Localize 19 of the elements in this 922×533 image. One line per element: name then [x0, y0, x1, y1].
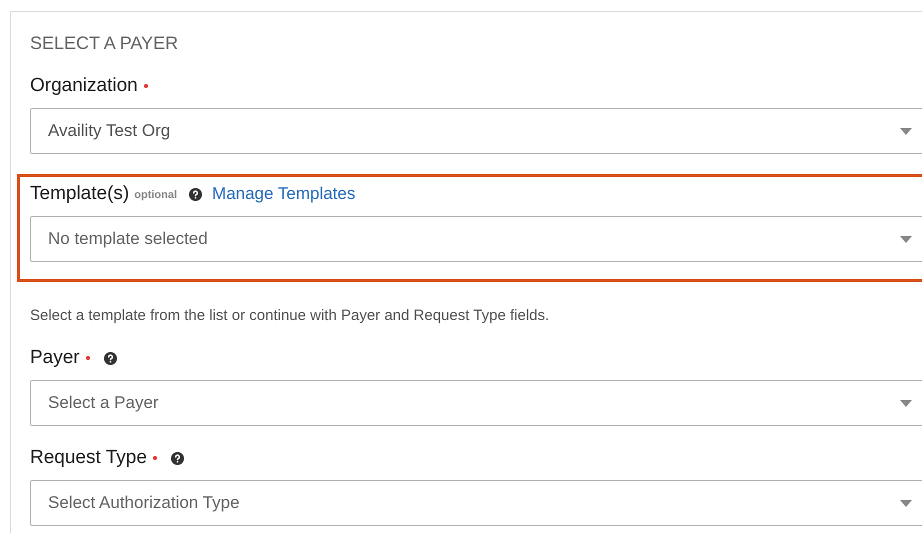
panel-title: SELECT A PAYER	[30, 32, 180, 54]
caret-icon	[900, 236, 912, 242]
caret-icon	[900, 128, 912, 134]
caret-icon	[900, 500, 912, 506]
field-label: Request Type	[30, 446, 147, 470]
field-label: Organization	[30, 74, 138, 98]
help-icon[interactable]	[189, 188, 202, 200]
select-field[interactable]: Select Authorization Type	[30, 480, 922, 526]
help-icon[interactable]	[170, 452, 184, 464]
select-field[interactable]: Availity Test Org	[30, 108, 922, 154]
select-field[interactable]: Select a Payer	[30, 380, 922, 426]
select-field[interactable]: No template selected	[30, 216, 922, 262]
manage-templates-link[interactable]: Manage Templates	[212, 181, 356, 207]
field-label: Payer	[30, 346, 80, 370]
help-text: Select a template from the list or continue with Payer and Request Type fields.	[30, 306, 550, 326]
field-label: Template(s)	[30, 182, 130, 206]
optional-hint: optional	[134, 188, 178, 204]
help-icon[interactable]	[104, 352, 117, 364]
caret-icon	[900, 400, 912, 406]
